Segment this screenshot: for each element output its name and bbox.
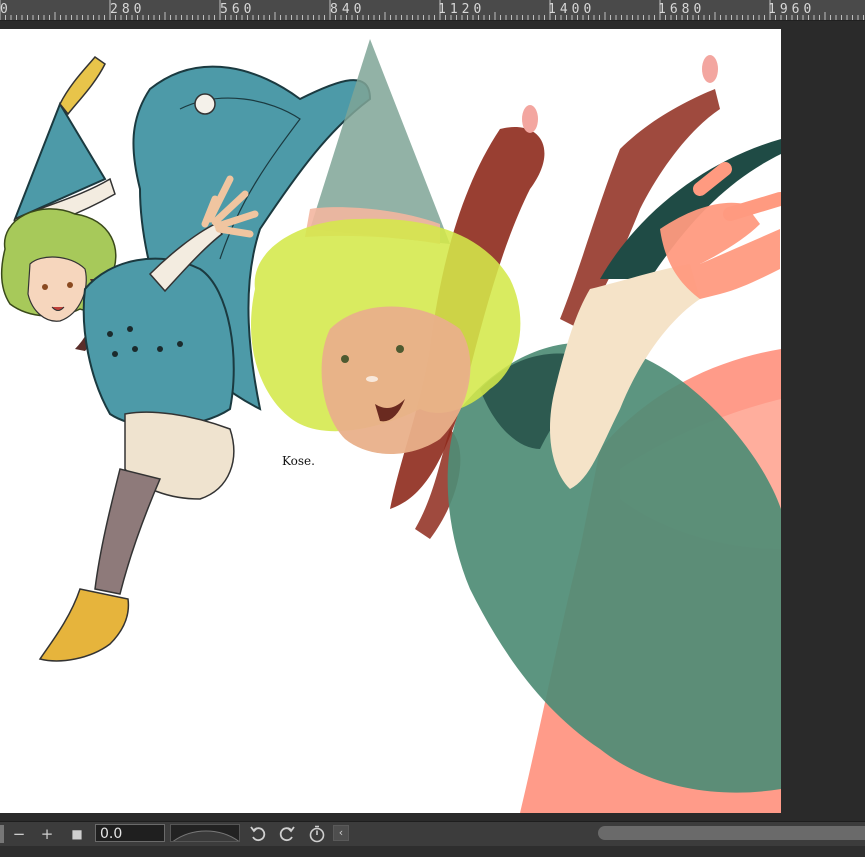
ruler-label: 1680 [658,2,706,17]
status-strip [0,846,865,857]
ruler-label: 1120 [438,2,486,17]
ruler-label: 280 [110,2,146,17]
collapse-button[interactable]: ‹ [333,825,349,841]
redo-icon[interactable] [277,824,297,844]
undo-icon[interactable] [248,824,268,844]
artwork: Kose. [0,39,781,813]
ruler-label: 0 [0,2,12,17]
curve-shape [173,830,239,841]
zoom-out-button[interactable]: − [9,824,29,844]
drawing-canvas[interactable]: Kose. [0,29,781,813]
curve-preview[interactable] [170,824,240,842]
canvas-workspace[interactable]: Kose. [0,21,865,821]
ruler-label: 840 [330,2,366,17]
signature: Kose. [282,454,315,468]
horizontal-ruler: 0 280 560 840 1120 1400 1680 1960 [0,0,865,21]
fit-button[interactable]: ■ [67,824,87,844]
ruler-label: 1400 [548,2,596,17]
horizontal-scrollbar[interactable] [598,826,865,840]
painted-study [251,39,781,813]
ruler-label: 560 [220,2,256,17]
zoom-in-button[interactable]: + [37,824,57,844]
value-field[interactable]: 0.0 [95,824,165,842]
bottom-toolbar: − + ■ 0.0 ‹ [0,821,865,846]
toolbar-edge [0,825,4,843]
stopwatch-icon[interactable] [307,824,327,844]
ruler-label: 1960 [768,2,816,17]
